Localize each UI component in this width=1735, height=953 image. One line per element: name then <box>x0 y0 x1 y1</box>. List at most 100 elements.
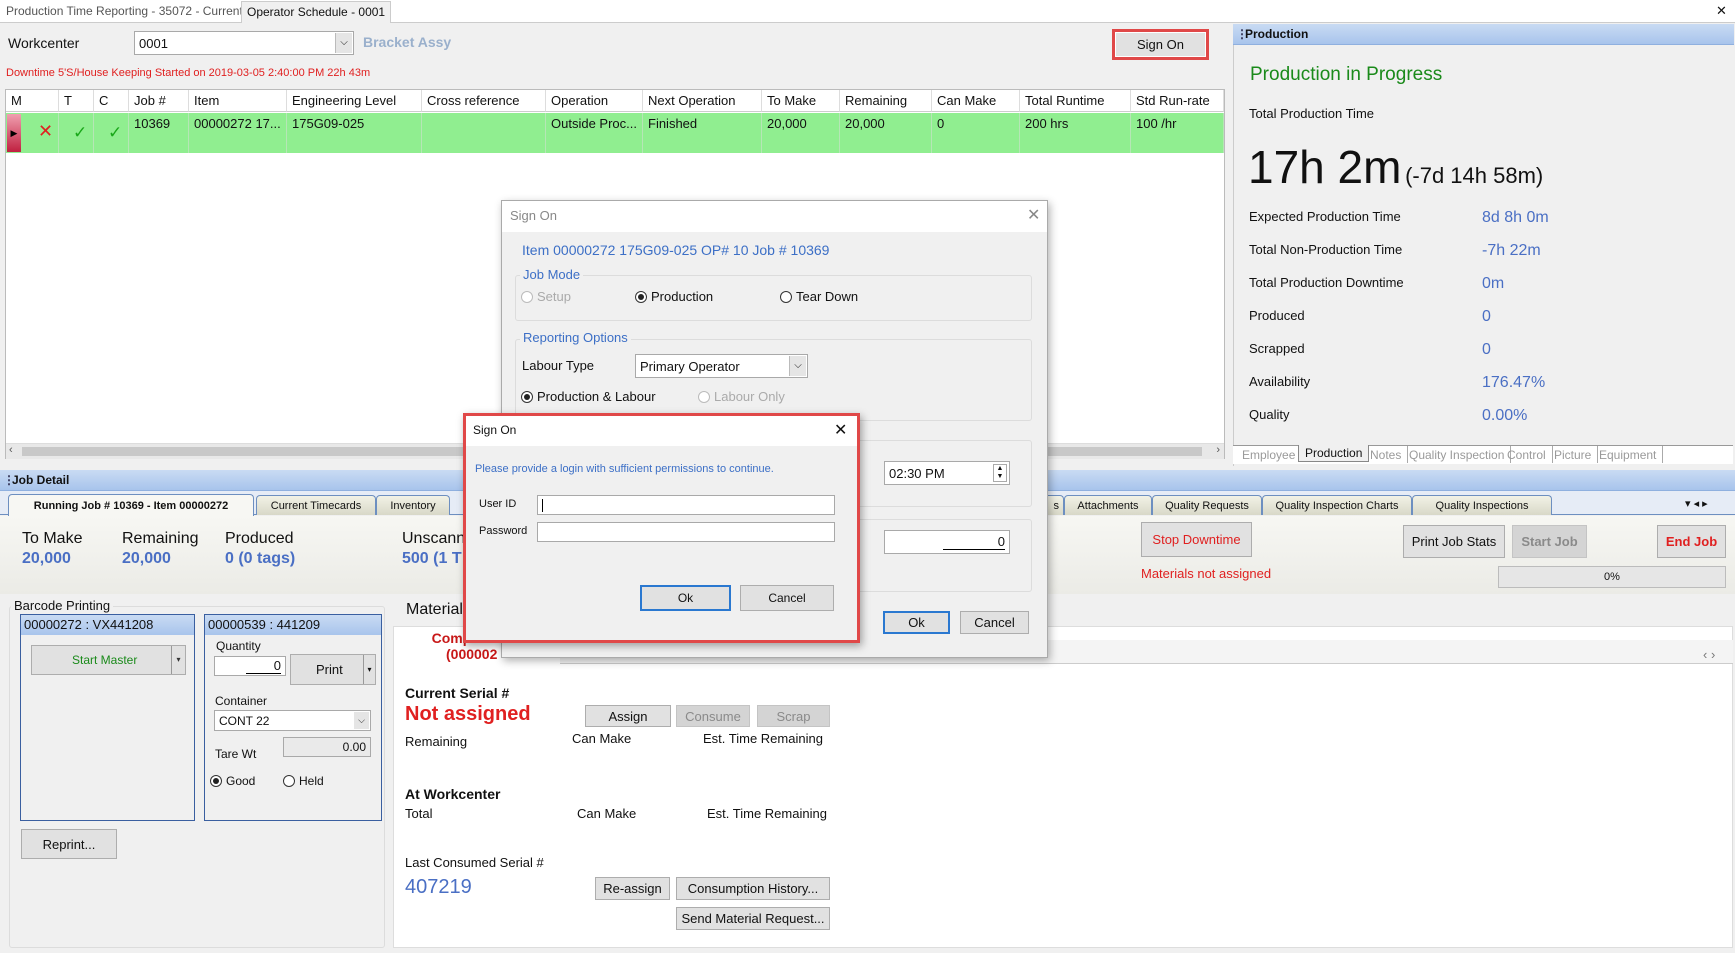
chevron-down-icon[interactable]: ⌵ <box>335 33 352 53</box>
wc-can-make-label: Can Make <box>577 806 637 821</box>
dropdown-arrow-icon[interactable]: ▾ <box>171 646 185 674</box>
total-label: Total <box>405 806 433 821</box>
tare-input[interactable]: 0.00 <box>283 737 371 757</box>
consumption-history-button[interactable]: Consumption History... <box>676 877 830 900</box>
assign-button[interactable]: Assign <box>585 705 671 727</box>
ptab-picture[interactable]: Picture <box>1548 446 1599 463</box>
end-job-button[interactable]: End Job <box>1657 525 1726 558</box>
tab-overflow-icon[interactable]: ▾ ◂ ▸ <box>1685 497 1708 510</box>
mode-setup-radio[interactable]: Setup <box>521 289 571 304</box>
produced-label: Produced <box>1249 308 1305 323</box>
reprint-button[interactable]: Reprint... <box>21 829 117 859</box>
print-label: Print <box>316 662 343 677</box>
col-std-rate[interactable]: Std Run-rate <box>1131 90 1224 112</box>
col-job[interactable]: Job # <box>129 90 189 112</box>
ptab-quality-inspection[interactable]: Quality Inspection <box>1403 446 1512 463</box>
stat-remaining-value: 20,000 <box>122 550 171 567</box>
col-item[interactable]: Item <box>189 90 287 112</box>
col-next-operation[interactable]: Next Operation <box>643 90 762 112</box>
col-total-runtime[interactable]: Total Runtime <box>1020 90 1131 112</box>
ptab-notes[interactable]: Notes <box>1364 446 1409 463</box>
labour-type-combo[interactable]: Primary Operator ⌵ <box>635 354 808 378</box>
col-cross-ref[interactable]: Cross reference <box>422 90 546 112</box>
barcode-printing-title: Barcode Printing <box>11 598 114 613</box>
stat-to-make-label: To Make <box>22 530 83 547</box>
non-production-label: Total Non-Production Time <box>1249 242 1403 257</box>
good-radio[interactable]: Good <box>210 774 255 788</box>
tab-quality-requests[interactable]: Quality Requests <box>1152 495 1262 515</box>
close-icon[interactable]: ✕ <box>1716 3 1727 19</box>
tab-attachments[interactable]: Attachments <box>1064 495 1152 515</box>
scrap-button[interactable]: Scrap <box>757 705 830 727</box>
col-to-make[interactable]: To Make <box>762 90 840 112</box>
ptab-employee[interactable]: Employee <box>1236 446 1301 463</box>
col-remaining[interactable]: Remaining <box>840 90 932 112</box>
print-job-stats-button[interactable]: Print Job Stats <box>1403 525 1505 558</box>
sign-on-ok-button[interactable]: Ok <box>883 611 950 634</box>
col-can-make[interactable]: Can Make <box>932 90 1020 112</box>
container-combo[interactable]: CONT 22 ⌵ <box>214 710 371 731</box>
window-tab-production-time[interactable]: Production Time Reporting - 35072 - Curr… <box>6 4 243 18</box>
dropdown-arrow-icon[interactable]: ▾ <box>363 655 375 684</box>
wc-est-time-label: Est. Time Remaining <box>707 806 827 821</box>
col-operation[interactable]: Operation <box>546 90 643 112</box>
sign-on-button[interactable]: Sign On <box>1112 29 1209 60</box>
row-selector-icon[interactable]: ▶ <box>7 114 21 152</box>
mode-production-radio[interactable]: Production <box>635 289 713 304</box>
send-material-request-button[interactable]: Send Material Request... <box>676 907 830 930</box>
downtime-status: Downtime 5'S/House Keeping Started on 20… <box>6 67 371 79</box>
tab-running-job[interactable]: Running Job # 10369 - Item 00000272 <box>8 494 254 516</box>
current-serial-label: Current Serial # <box>405 685 510 701</box>
password-label: Password <box>479 525 528 537</box>
chevron-down-icon[interactable]: ⌵ <box>354 712 369 729</box>
ptab-control[interactable]: Control <box>1501 446 1553 463</box>
labour-only-radio[interactable]: Labour Only <box>698 389 785 404</box>
stop-downtime-button[interactable]: Stop Downtime <box>1141 522 1252 557</box>
tab-quality-inspections[interactable]: Quality Inspections <box>1412 495 1552 515</box>
user-id-input[interactable] <box>537 495 835 515</box>
start-job-button[interactable]: Start Job <box>1512 525 1587 558</box>
quantity-input[interactable]: 0 <box>214 656 286 676</box>
spinner-icon[interactable]: ▲ ▼ <box>993 464 1007 482</box>
mode-teardown-radio[interactable]: Tear Down <box>780 289 858 304</box>
start-master-button[interactable]: Start Master ▾ <box>31 645 186 675</box>
tab-current-timecards[interactable]: Current Timecards <box>256 495 376 515</box>
workcenter-combo[interactable]: 0001 ⌵ <box>134 31 354 55</box>
cell-job: 10369 <box>129 113 189 153</box>
dialog-qty-input[interactable]: 0 <box>884 530 1010 554</box>
login-ok-button[interactable]: Ok <box>640 585 731 611</box>
reassign-button[interactable]: Re-assign <box>595 877 670 900</box>
login-cancel-button[interactable]: Cancel <box>740 585 834 611</box>
window-tab-operator-schedule[interactable]: Operator Schedule - 0001 <box>241 1 392 23</box>
total-production-label: Total Production Time <box>1249 106 1375 121</box>
workcenter-label: Workcenter <box>8 35 80 51</box>
consume-button[interactable]: Consume <box>676 705 750 727</box>
workcenter-value: 0001 <box>139 35 168 51</box>
time-input[interactable]: 02:30 PM ▲ ▼ <box>884 461 1010 485</box>
ptab-equipment[interactable]: Equipment <box>1593 446 1664 463</box>
col-c[interactable]: C <box>94 90 129 112</box>
tab-quality-inspection-charts[interactable]: Quality Inspection Charts <box>1262 495 1412 515</box>
sign-on-cancel-button[interactable]: Cancel <box>960 611 1029 634</box>
tab-inventory[interactable]: Inventory <box>376 495 450 515</box>
close-icon[interactable]: ✕ <box>1027 205 1040 225</box>
password-input[interactable] <box>537 522 835 542</box>
chevron-down-icon[interactable]: ⌵ <box>789 356 806 376</box>
ptab-production[interactable]: Production <box>1298 445 1370 462</box>
current-serial-value: Not assigned <box>405 703 531 725</box>
print-button[interactable]: Print ▾ <box>290 654 376 685</box>
job-progress-bar: 0% <box>1498 566 1726 588</box>
held-radio[interactable]: Held <box>283 774 324 788</box>
col-eng-level[interactable]: Engineering Level <box>287 90 422 112</box>
check-icon: ✓ <box>73 123 88 142</box>
material-scroll-arrows-icon[interactable]: ‹ › <box>1703 647 1715 662</box>
availability-value: 176.47% <box>1482 374 1546 391</box>
col-m[interactable]: M <box>6 90 59 112</box>
production-labour-radio[interactable]: Production & Labour <box>521 389 656 404</box>
close-icon[interactable]: ✕ <box>834 420 847 440</box>
sign-on-dialog-title: Sign On <box>510 208 557 223</box>
at-workcenter-label: At Workcenter <box>405 786 501 802</box>
cell-std-rate: 100 /hr <box>1131 113 1224 153</box>
col-t[interactable]: T <box>59 90 94 112</box>
cell-m: ✕ <box>33 113 59 153</box>
